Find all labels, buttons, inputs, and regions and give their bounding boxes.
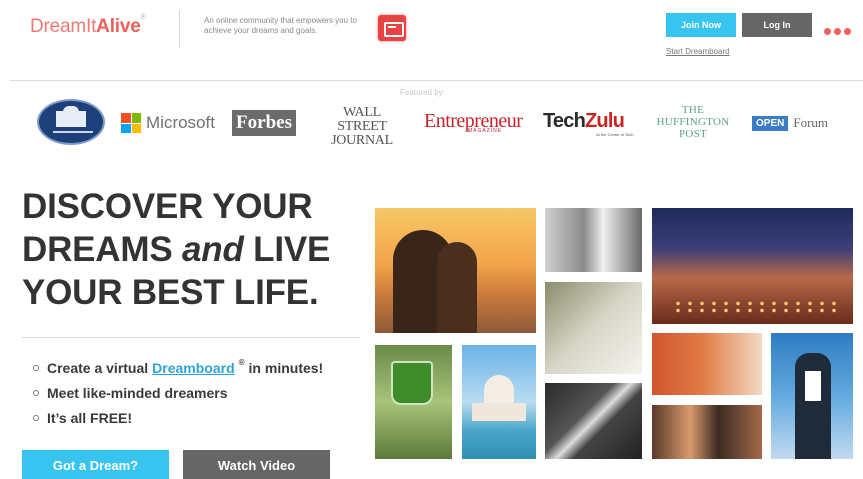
headline-line2: DREAMS and LIVE — [22, 228, 362, 271]
header-divider — [179, 10, 180, 48]
open-forum-text: Forum — [793, 115, 829, 130]
beach-dinner-photo — [652, 208, 853, 324]
benefit-1-pre: Create a virtual — [47, 359, 149, 376]
more-dots-icon[interactable] — [824, 28, 851, 35]
friends-party-photo — [652, 405, 762, 459]
bullet-icon — [33, 364, 39, 371]
join-now-button[interactable]: Join Now — [666, 13, 736, 37]
techzulu-tech: Tech — [543, 110, 586, 132]
logo[interactable]: DreamItAlive® — [30, 14, 146, 38]
headline-line2-a: DREAMS — [22, 230, 182, 269]
entrepreneur-sub: MAGAZINE — [468, 128, 503, 134]
list-item: Meet like-minded dreamers — [33, 380, 323, 405]
couple-kiss-photo — [545, 208, 642, 272]
guitar-player-photo — [652, 333, 762, 395]
chat-icon[interactable] — [378, 15, 406, 41]
wsj-line2: JOURNAL — [331, 133, 393, 148]
headline-line2-and: and — [182, 230, 244, 269]
forbes-logo: Forbes — [232, 110, 296, 136]
dreamboard-link[interactable]: Dreamboard — [152, 360, 234, 376]
headline-line1: DISCOVER YOUR — [22, 187, 313, 226]
list-item: It’s all FREE! — [33, 405, 323, 430]
green-drink-photo — [375, 345, 452, 459]
log-in-button[interactable]: Log In — [742, 13, 812, 37]
techzulu-sub: At the Center of Tech — [596, 132, 634, 137]
bride-groom-photo — [545, 282, 642, 374]
microsoft-logo: Microsoft — [121, 113, 215, 133]
got-a-dream-button[interactable]: Got a Dream? — [22, 450, 169, 479]
headline-line2-c: LIVE — [243, 230, 331, 269]
microsoft-windows-icon — [121, 113, 141, 133]
hero-rule — [22, 337, 360, 338]
benefits-list: Create a virtual Dreamboard ® in minutes… — [33, 355, 323, 430]
huffpost-line2: HUFFINGTON — [656, 116, 730, 128]
puzzle-hands-photo — [545, 383, 642, 459]
logo-text-part2: Alive — [96, 16, 141, 37]
tagline: An online community that empowers you to… — [204, 16, 357, 35]
benefit-2: Meet like-minded dreamers — [47, 384, 228, 401]
registered-mark: ® — [140, 14, 146, 21]
bullet-icon — [33, 389, 39, 396]
watch-video-button[interactable]: Watch Video — [183, 450, 330, 479]
start-dreamboard-link[interactable]: Start Dreamboard — [666, 47, 730, 56]
white-house-seal-icon — [37, 99, 105, 145]
open-forum-box: OPEN — [752, 115, 789, 131]
techzulu-zulu: Zulu — [585, 110, 625, 132]
huffpost-line3: POST — [678, 128, 708, 140]
open-forum-logo: OPEN Forum — [752, 115, 828, 131]
list-item: Create a virtual Dreamboard ® in minutes… — [33, 355, 323, 380]
featured-by-label: Featured by: — [400, 88, 445, 97]
microsoft-wordmark: Microsoft — [146, 113, 215, 132]
taj-mahal-photo — [462, 345, 536, 459]
techzulu-logo: TechZulu — [543, 110, 625, 133]
benefit-3: It’s all FREE! — [47, 409, 133, 426]
huffington-post-logo: THE HUFFINGTON POST — [653, 104, 733, 140]
header-rule — [10, 80, 863, 81]
benefit-1-post: in minutes! — [248, 359, 324, 376]
dreamboard-registered-mark: ® — [238, 358, 245, 367]
logo-text-part1: DreamIt — [30, 16, 97, 37]
bullet-icon — [33, 414, 39, 421]
superhero-man-photo — [771, 333, 853, 459]
huffpost-line1: THE — [681, 104, 705, 116]
headline-line3: YOUR BEST LIFE. — [22, 273, 319, 312]
hero-headline: DISCOVER YOUR DREAMS and LIVE YOUR BEST … — [22, 185, 362, 314]
wsj-line1: WALL STREET — [337, 105, 387, 134]
wsj-logo: WALL STREET JOURNAL — [318, 106, 406, 148]
couple-sunset-photo — [375, 208, 536, 333]
